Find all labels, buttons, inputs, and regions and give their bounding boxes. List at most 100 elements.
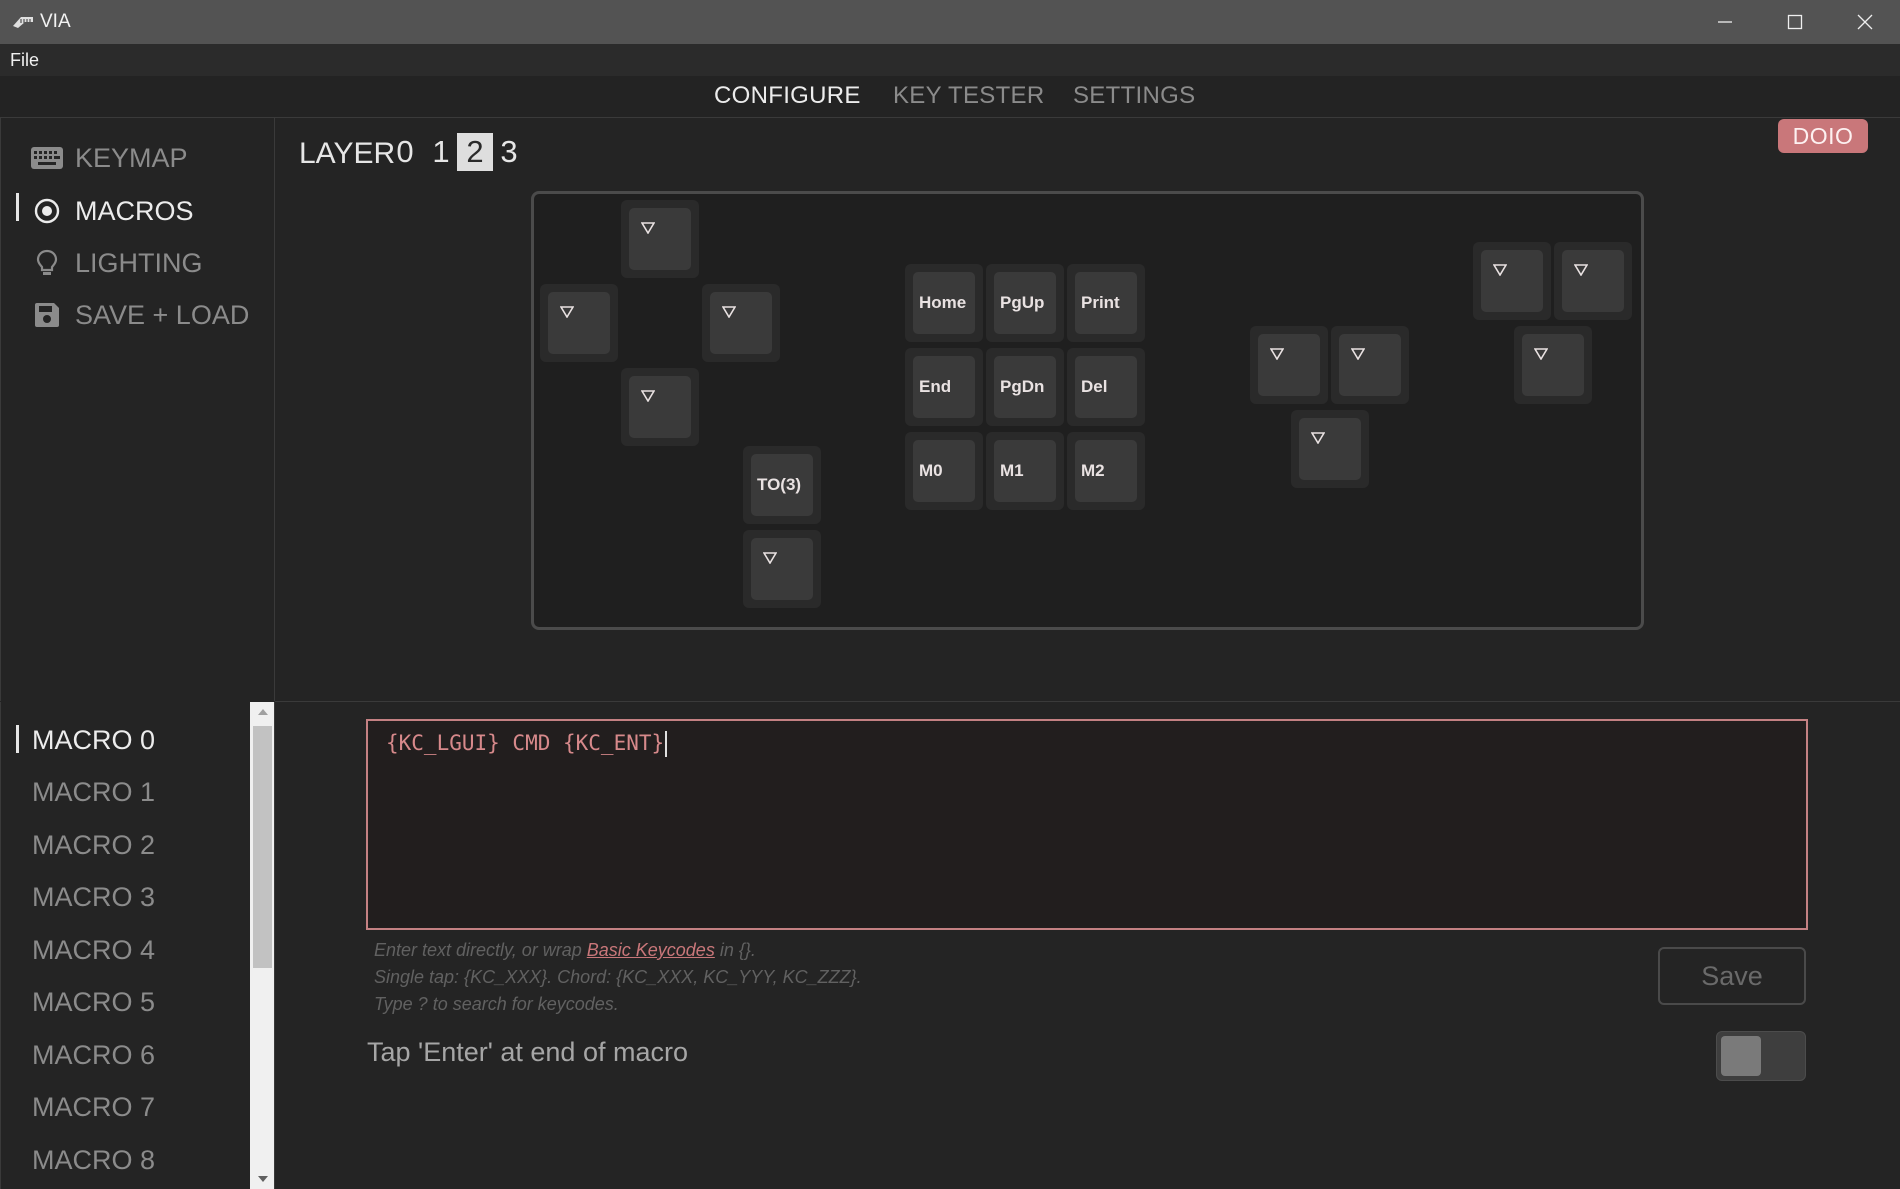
sidebar-item-lighting[interactable]: LIGHTING [31,243,203,283]
key-encoder2-left[interactable] [1473,242,1551,320]
tap-enter-label: Tap 'Enter' at end of macro [367,1037,688,1067]
key-label: M1 [994,440,1056,502]
save-icon [31,300,63,330]
scroll-thumb[interactable] [253,726,272,968]
down-triangle-icon [763,552,777,564]
layer-option-3[interactable]: 3 [491,133,527,171]
key-label: Print [1075,272,1137,334]
scroll-down-arrow-icon[interactable] [250,1169,275,1189]
key-encoder2-right[interactable] [1554,242,1632,320]
lightbulb-icon [31,248,63,278]
sidebar-item-label: SAVE + LOAD [75,299,250,330]
key-m2[interactable]: M2 [1067,432,1145,510]
close-icon [1857,14,1873,30]
file-menu[interactable]: File [10,50,39,71]
down-triangle-icon [1311,432,1325,444]
key-label: PgDn [994,356,1056,418]
macro-help-line-1: Enter text directly, or wrap Basic Keyco… [374,940,756,960]
key-transparent[interactable] [743,530,821,608]
key-encoder-press[interactable] [1291,410,1369,488]
menu-bar: File [0,44,1900,76]
toggle-knob [1721,1036,1761,1076]
macro-item-8[interactable]: MACRO 8 [32,1140,155,1180]
key-home[interactable]: Home [905,264,983,342]
macro-list: MACRO 0 MACRO 1 MACRO 2 MACRO 3 MACRO 4 … [0,702,250,1189]
macro-help-line-3: Type ? to search for keycodes. [374,994,619,1014]
key-label: TO(3) [751,454,813,516]
macro-item-4[interactable]: MACRO 4 [32,930,155,970]
active-indicator [16,193,19,221]
key-dpad-right[interactable] [702,284,780,362]
layer-option-1[interactable]: 1 [423,133,459,171]
key-label: M2 [1075,440,1137,502]
macro-item-5[interactable]: MACRO 5 [32,982,155,1022]
keyboard-icon [31,143,63,173]
down-triangle-icon [641,390,655,402]
key-label: Home [913,272,975,334]
via-logo-icon [12,14,34,30]
text-caret [665,731,668,757]
scroll-up-arrow-icon[interactable] [250,702,275,722]
macro-icon [31,196,63,226]
top-nav: CONFIGURE KEY TESTER SETTINGS [0,76,1900,118]
key-encoder-left[interactable] [1250,326,1328,404]
key-label: M0 [913,440,975,502]
window-title: VIA [40,11,71,32]
macro-text: {KC_LGUI} CMD {KC_ENT} [386,731,668,757]
down-triangle-icon [1351,348,1365,360]
sidebar-item-label: LIGHTING [75,247,203,278]
layer-option-2[interactable]: 2 [457,133,493,171]
key-pgdn[interactable]: PgDn [986,348,1064,426]
key-del[interactable]: Del [1067,348,1145,426]
macro-item-2[interactable]: MACRO 2 [32,825,155,865]
maximize-icon [1787,14,1803,30]
macro-help-line-2: Single tap: {KC_XXX}. Chord: {KC_XXX, KC… [374,967,862,987]
key-print[interactable]: Print [1067,264,1145,342]
key-dpad-up[interactable] [621,200,699,278]
key-m1[interactable]: M1 [986,432,1064,510]
down-triangle-icon [1493,264,1507,276]
macro-item-6[interactable]: MACRO 6 [32,1035,155,1075]
sidebar-item-macros[interactable]: MACROS [31,191,194,231]
sidebar-item-keymap[interactable]: KEYMAP [31,138,188,178]
down-triangle-icon [722,306,736,318]
sidebar-item-label: KEYMAP [75,142,188,173]
active-indicator [16,725,19,753]
down-triangle-icon [641,222,655,234]
maximize-button[interactable] [1760,0,1830,44]
keyboard-vendor-badge: DOIO [1778,119,1868,153]
macro-item-7[interactable]: MACRO 7 [32,1087,155,1127]
layer-label: LAYER [299,137,396,170]
tab-key-tester[interactable]: KEY TESTER [893,82,1045,110]
save-button[interactable]: Save [1658,947,1806,1005]
via-app: VIA File CONFIGURE KEY TESTER SETTINGS K… [0,0,1900,1189]
down-triangle-icon [1534,348,1548,360]
minimize-icon [1717,14,1733,30]
macro-item-1[interactable]: MACRO 1 [32,772,155,812]
key-pgup[interactable]: PgUp [986,264,1064,342]
basic-keycodes-link[interactable]: Basic Keycodes [587,940,715,960]
key-m0[interactable]: M0 [905,432,983,510]
key-dpad-down[interactable] [621,368,699,446]
down-triangle-icon [1574,264,1588,276]
layer-option-0[interactable]: 0 [387,133,423,171]
key-encoder-right[interactable] [1331,326,1409,404]
key-end[interactable]: End [905,348,983,426]
title-bar: VIA [0,0,1900,44]
tab-settings[interactable]: SETTINGS [1073,82,1195,110]
key-label: PgUp [994,272,1056,334]
key-label: Del [1075,356,1137,418]
macro-item-0[interactable]: MACRO 0 [32,720,155,760]
macro-item-3[interactable]: MACRO 3 [32,877,155,917]
tab-configure[interactable]: CONFIGURE [714,82,861,110]
macro-list-scrollbar[interactable] [250,702,275,1189]
key-to3[interactable]: TO(3) [743,446,821,524]
key-encoder2-press[interactable] [1514,326,1592,404]
sidebar-item-save-load[interactable]: SAVE + LOAD [31,295,249,335]
macro-textarea[interactable]: {KC_LGUI} CMD {KC_ENT} [366,719,1808,930]
tap-enter-toggle[interactable] [1716,1031,1806,1081]
minimize-button[interactable] [1690,0,1760,44]
down-triangle-icon [560,306,574,318]
key-dpad-left[interactable] [540,284,618,362]
close-button[interactable] [1830,0,1900,44]
